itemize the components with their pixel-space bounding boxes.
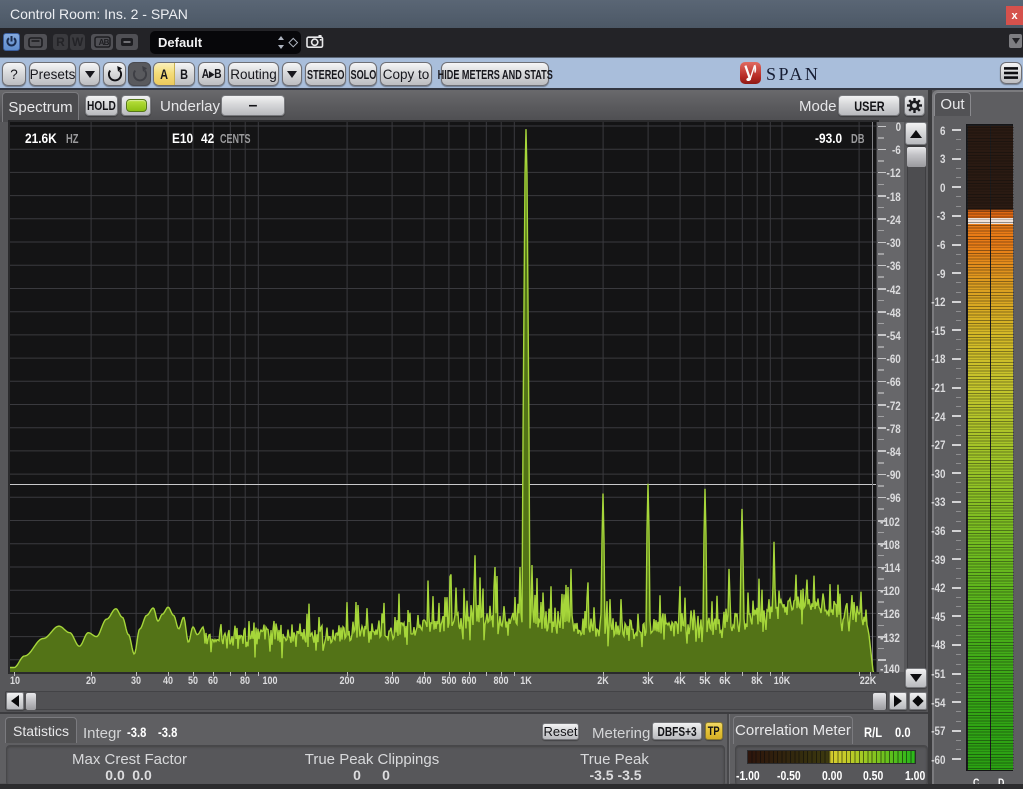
svg-text:B: B <box>103 38 109 47</box>
